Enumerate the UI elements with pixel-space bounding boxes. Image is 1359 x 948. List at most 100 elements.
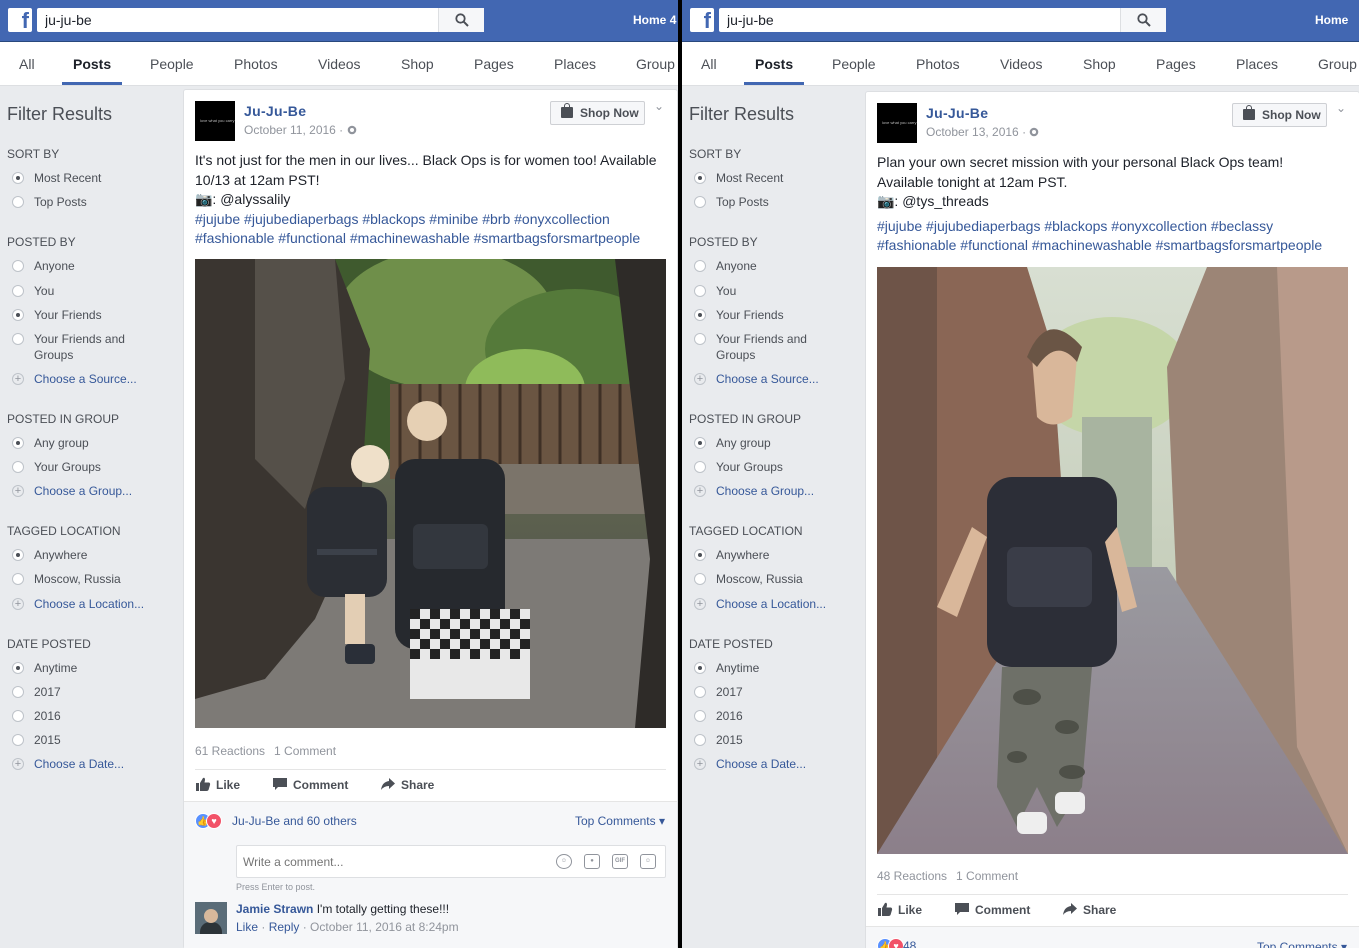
tab-groups[interactable]: Group	[636, 56, 675, 72]
filter-option[interactable]: 2016	[694, 708, 844, 724]
comment-button[interactable]: Comment	[272, 778, 348, 792]
comment-button[interactable]: Comment	[954, 903, 1030, 917]
tab-all[interactable]: All	[701, 56, 717, 72]
tab-posts[interactable]: Posts	[755, 56, 793, 72]
tab-videos[interactable]: Videos	[318, 56, 361, 72]
tab-shop[interactable]: Shop	[401, 56, 434, 72]
filter-option[interactable]: Moscow, Russia	[694, 571, 844, 587]
radio[interactable]	[694, 461, 706, 473]
reaction-icons[interactable]: 👍 ♥	[195, 813, 229, 829]
liked-by-link[interactable]: Ju-Ju-Be and 60 others	[232, 814, 357, 828]
radio[interactable]	[12, 196, 24, 208]
share-button[interactable]: Share	[1062, 903, 1116, 917]
liked-by-link[interactable]: 48	[903, 939, 916, 948]
tab-people[interactable]: People	[832, 56, 876, 72]
tab-pages[interactable]: Pages	[1156, 56, 1196, 72]
photo-credit[interactable]: 📷: @tys_threads	[877, 192, 1357, 212]
top-comments-dropdown[interactable]: Top Comments ▾	[575, 814, 665, 828]
search-button[interactable]	[438, 8, 484, 32]
radio[interactable]	[694, 333, 706, 345]
filter-option[interactable]: 2017	[694, 684, 844, 700]
post-options-chevron-icon[interactable]: ⌄	[1336, 101, 1346, 115]
engagement-counts[interactable]: 61 Reactions 1 Comment	[195, 744, 336, 758]
radio-selected[interactable]	[12, 549, 24, 561]
search-input[interactable]	[719, 8, 1119, 32]
tab-places[interactable]: Places	[1236, 56, 1278, 72]
tab-people[interactable]: People	[150, 56, 194, 72]
tab-posts[interactable]: Posts	[73, 56, 111, 72]
tab-groups[interactable]: Group	[1318, 56, 1357, 72]
filter-option[interactable]: You	[12, 283, 162, 299]
filter-option[interactable]: Any group	[694, 435, 844, 451]
camera-icon[interactable]: ●	[584, 854, 600, 869]
filter-option[interactable]: You	[694, 283, 844, 299]
shop-now-button[interactable]: Shop Now	[1232, 103, 1327, 127]
emoji-icon[interactable]: ☺	[556, 854, 572, 869]
choose-date-link[interactable]: + Choose a Date...	[12, 756, 162, 772]
post-timestamp[interactable]: October 11, 2016 ·	[244, 123, 357, 137]
filter-option[interactable]: Anytime	[12, 660, 162, 676]
filter-option[interactable]: Most Recent	[12, 170, 162, 186]
tab-shop[interactable]: Shop	[1083, 56, 1116, 72]
filter-option[interactable]: Your Groups	[12, 459, 162, 475]
shop-now-button[interactable]: Shop Now	[550, 101, 645, 125]
radio[interactable]	[12, 285, 24, 297]
filter-option[interactable]: Anyone	[12, 258, 162, 274]
top-comments-dropdown[interactable]: Top Comments ▾	[1257, 940, 1347, 948]
comment-timestamp[interactable]: October 11, 2016 at 8:24pm	[310, 920, 459, 934]
post-timestamp[interactable]: October 13, 2016 ·	[926, 125, 1039, 139]
choose-group-link[interactable]: + Choose a Group...	[694, 483, 844, 499]
home-link[interactable]: Home	[1315, 13, 1348, 27]
filter-option[interactable]: Anywhere	[12, 547, 162, 563]
filter-option[interactable]: Any group	[12, 435, 162, 451]
radio-selected[interactable]	[12, 437, 24, 449]
choose-date-link[interactable]: + Choose a Date...	[694, 756, 844, 772]
tab-pages[interactable]: Pages	[474, 56, 514, 72]
comment-like-link[interactable]: Like	[236, 920, 258, 934]
post-options-chevron-icon[interactable]: ⌄	[654, 99, 664, 113]
filter-option[interactable]: Most Recent	[694, 170, 844, 186]
filter-option[interactable]: 2017	[12, 684, 162, 700]
radio[interactable]	[12, 461, 24, 473]
page-avatar[interactable]: love what you carry	[877, 103, 917, 143]
choose-location-link[interactable]: + Choose a Location...	[694, 596, 844, 612]
radio-selected[interactable]	[12, 309, 24, 321]
radio[interactable]	[694, 734, 706, 746]
sticker-icon[interactable]: ☺	[640, 854, 656, 869]
filter-option[interactable]: Your Friends	[694, 307, 844, 323]
like-button[interactable]: Like	[877, 902, 922, 917]
tab-all[interactable]: All	[19, 56, 35, 72]
hashtags[interactable]: #jujube #jujubediaperbags #blackops #min…	[195, 210, 675, 230]
filter-option[interactable]: 2015	[12, 732, 162, 748]
hashtags[interactable]: #fashionable #functional #machinewashabl…	[195, 229, 675, 249]
filter-option[interactable]: Your Friends	[12, 307, 162, 323]
filter-option[interactable]: Your Friends and Groups	[12, 331, 132, 363]
comment-author-link[interactable]: Jamie Strawn	[236, 902, 313, 916]
filter-option[interactable]: 2015	[694, 732, 844, 748]
radio-selected[interactable]	[694, 662, 706, 674]
filter-option[interactable]: 2016	[12, 708, 162, 724]
hashtags[interactable]: #fashionable #functional #machinewashabl…	[877, 236, 1357, 256]
choose-source-link[interactable]: + Choose a Source...	[12, 371, 162, 387]
comment-input[interactable]	[237, 846, 537, 877]
radio[interactable]	[12, 260, 24, 272]
share-button[interactable]: Share	[380, 778, 434, 792]
radio-selected[interactable]	[12, 662, 24, 674]
tab-places[interactable]: Places	[554, 56, 596, 72]
radio-selected[interactable]	[694, 309, 706, 321]
post-photo[interactable]	[195, 259, 666, 728]
post-photo[interactable]	[877, 267, 1348, 854]
radio[interactable]	[12, 333, 24, 345]
facebook-logo-icon[interactable]: f	[690, 8, 714, 33]
radio[interactable]	[694, 285, 706, 297]
radio[interactable]	[12, 734, 24, 746]
radio[interactable]	[12, 686, 24, 698]
search-button[interactable]	[1120, 8, 1166, 32]
filter-option[interactable]: Top Posts	[12, 194, 162, 210]
comment-reply-link[interactable]: Reply	[269, 920, 300, 934]
radio-selected[interactable]	[694, 437, 706, 449]
filter-option[interactable]: Your Groups	[694, 459, 844, 475]
filter-option[interactable]: Moscow, Russia	[12, 571, 162, 587]
page-name-link[interactable]: Ju-Ju-Be	[926, 105, 988, 121]
filter-option[interactable]: Anywhere	[694, 547, 844, 563]
